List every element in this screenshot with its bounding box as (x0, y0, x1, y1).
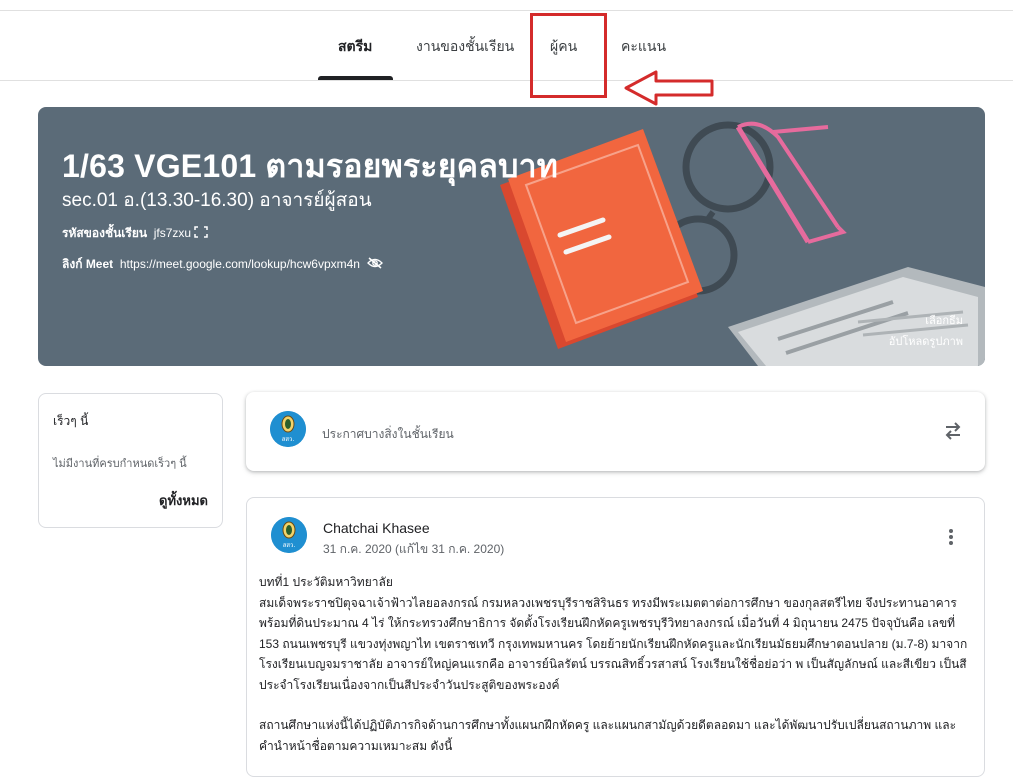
post-line: สถานศึกษาแห่งนี้ได้ปฏิบัติภารกิจด้านการศ… (259, 718, 957, 732)
class-banner: 1/63 VGE101 ตามรอยพระยุคลบาท sec.01 อ.(1… (38, 107, 985, 366)
class-code-value: jfs7zxu (153, 226, 192, 240)
meet-link-row: ลิงก์ Meet https://meet.google.com/looku… (62, 255, 383, 274)
avatar: สสว. (270, 411, 306, 447)
post-line: ประจำโรงเรียนเนื่องจากเป็นสีประจำวันประส… (259, 677, 560, 692)
fullscreen-icon[interactable] (194, 226, 209, 238)
upcoming-title: เร็วๆ นี้ (53, 414, 89, 428)
annotation-arrow-icon (624, 70, 714, 106)
post-line: พร้อมที่ดินประมาณ 4 ไร่ ให้กระทรวงศึกษาธ… (259, 616, 956, 630)
tab-grades[interactable]: คะแนน (621, 36, 666, 58)
class-tabs: สตรีม งานของชั้นเรียน ผู้คน คะแนน (0, 22, 1013, 81)
post-body: บทที่1 ประวัติมหาวิทยาลัย สมเด็จพระราชปิ… (259, 572, 974, 756)
school-logo-icon: สสว. (271, 517, 307, 553)
tab-stream[interactable]: สตรีม (338, 36, 372, 58)
post-line: 153 ถนนเพชรบุรี แขวงทุ่งพญาไท เขตราชเทวี… (259, 636, 968, 651)
tab-classwork[interactable]: งานของชั้นเรียน (416, 36, 514, 58)
post-line: โรงเรียนเบญจมราชาลัย อาจารย์ใหญ่คนแรกคือ… (259, 657, 967, 671)
announce-placeholder[interactable]: ประกาศบางสิ่งในชั้นเรียน (322, 425, 454, 444)
svg-text:สสว.: สสว. (283, 542, 296, 549)
visibility-off-icon[interactable] (366, 257, 383, 269)
active-tab-indicator (318, 76, 393, 80)
stream-post: สสว. Chatchai Khasee 31 ก.ค. 2020 (แก้ไข… (246, 497, 985, 777)
class-code-label: รหัสของชั้นเรียน (62, 226, 148, 240)
more-options-icon[interactable] (948, 528, 954, 546)
post-line: บทที่1 ประวัติมหาวิทยาลัย (259, 575, 393, 589)
upcoming-empty-text: ไม่มีงานที่ครบกำหนดเร็วๆ นี้ (53, 458, 187, 470)
annotation-highlight-box (530, 13, 607, 98)
class-section: sec.01 อ.(13.30-16.30) อาจารย์ผู้สอน (62, 190, 372, 211)
class-code-row: รหัสของชั้นเรียน jfs7zxu (62, 224, 209, 243)
post-date: 31 ก.ค. 2020 (แก้ไข 31 ก.ค. 2020) (323, 542, 505, 556)
view-all-link[interactable]: ดูทั้งหมด (159, 490, 208, 511)
svg-text:สสว.: สสว. (282, 436, 295, 443)
school-logo-icon: สสว. (270, 411, 306, 447)
upcoming-card: เร็วๆ นี้ ไม่มีงานที่ครบกำหนดเร็วๆ นี้ ด… (38, 393, 223, 528)
avatar: สสว. (271, 517, 307, 553)
post-line: สมเด็จพระราชปิตุจฉาเจ้าฟ้าวไลยอลงกรณ์ กร… (259, 595, 957, 610)
top-divider (0, 10, 1013, 11)
post-line: คำนำหน้าชื่อตามความเหมาะสม ดังนี้ (259, 738, 453, 753)
post-author: Chatchai Khasee (323, 520, 430, 536)
announce-box[interactable]: สสว. ประกาศบางสิ่งในชั้นเรียน (246, 392, 985, 471)
upload-photo-link[interactable]: อัปโหลดรูปภาพ (889, 332, 963, 350)
meet-link[interactable]: https://meet.google.com/lookup/hcw6vpxm4… (120, 257, 360, 271)
meet-label: ลิงก์ Meet (62, 257, 114, 271)
select-theme-link[interactable]: เลือกธีม (925, 311, 963, 329)
repost-icon[interactable] (943, 420, 963, 442)
